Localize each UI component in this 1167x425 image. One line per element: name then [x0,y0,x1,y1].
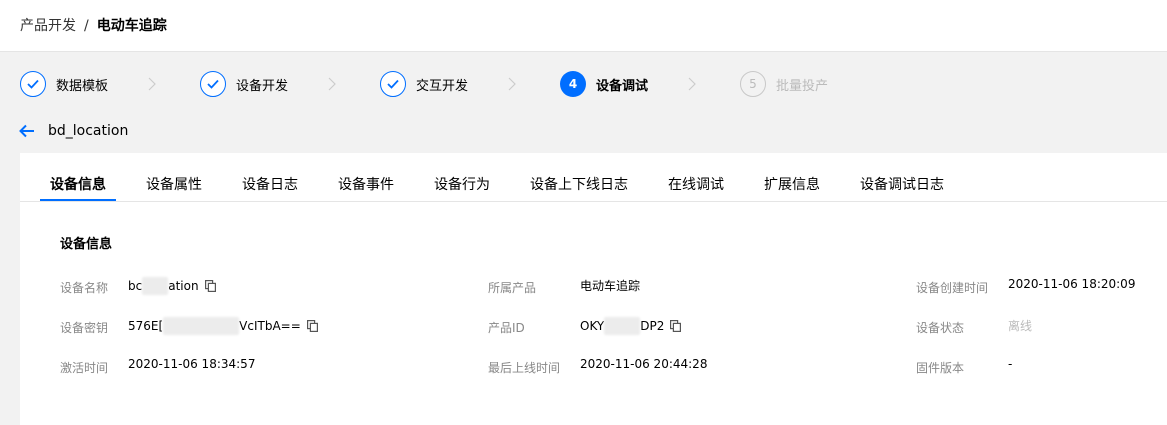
step-label: 设备开发 [236,78,289,94]
chevron-right-icon [508,77,516,91]
tab-device-properties[interactable]: 设备属性 [146,175,202,195]
step-number: 5 [740,71,766,97]
step-number: 4 [560,71,586,97]
tab-device-events[interactable]: 设备事件 [338,175,394,195]
device-title: bd_location [48,123,129,139]
step-device-debug[interactable]: 4 设备调试 [560,70,648,98]
copy-icon[interactable] [670,320,682,332]
tab-online-debug[interactable]: 在线调试 [668,175,724,195]
chevron-right-icon [688,77,696,91]
device-name-prefix: bc [128,279,143,293]
device-header: bd_location [18,122,128,140]
device-name-label: 设备名称 [60,281,109,295]
device-secret-prefix: 576E[ [128,319,164,333]
arrow-left-icon[interactable] [18,122,36,140]
tab-debug-logs[interactable]: 设备调试日志 [860,175,944,195]
redaction-blur [604,317,641,335]
activation-time-label: 激活时间 [60,361,109,375]
device-secret-suffix: VcITbA== [239,319,301,333]
top-bar: 产品开发 / 电动车追踪 [0,0,1167,52]
tab-device-logs[interactable]: 设备日志 [242,175,298,195]
tab-extended-info[interactable]: 扩展信息 [764,175,820,195]
breadcrumb-separator: / [84,18,89,34]
check-icon [20,71,46,97]
step-label: 批量投产 [776,78,829,94]
step-label: 设备调试 [596,78,649,94]
breadcrumb-parent[interactable]: 产品开发 [20,18,76,34]
firmware-version-value: - [1008,357,1013,371]
activation-time-value: 2020-11-06 18:34:57 [128,357,256,371]
device-secret-label: 设备密钥 [60,321,109,335]
step-data-template[interactable]: 数据模板 [20,70,108,98]
chevron-right-icon [328,77,336,91]
breadcrumb-current: 电动车追踪 [96,18,167,34]
breadcrumb: 产品开发 / 电动车追踪 [20,17,167,35]
step-label: 数据模板 [56,78,109,94]
tab-device-actions[interactable]: 设备行为 [434,175,490,195]
device-name-suffix: ation [168,279,199,293]
redaction-blur [142,277,169,295]
product-id-label: 产品ID [488,321,525,335]
step-interaction-dev[interactable]: 交互开发 [380,70,468,98]
product-label: 所属产品 [488,281,537,295]
last-online-value: 2020-11-06 20:44:28 [580,357,708,371]
tab-device-info[interactable]: 设备信息 [50,175,106,195]
last-online-label: 最后上线时间 [488,361,561,375]
tab-online-offline-logs[interactable]: 设备上下线日志 [530,175,628,195]
step-mass-production[interactable]: 5 批量投产 [740,70,828,98]
device-name-value: bc ation [128,277,216,295]
chevron-right-icon [148,77,156,91]
check-icon [200,71,226,97]
redaction-blur [163,317,240,335]
step-device-dev[interactable]: 设备开发 [200,70,288,98]
tab-bar: 设备信息 设备属性 设备日志 设备事件 设备行为 设备上下线日志 在线调试 扩展… [20,175,1167,202]
created-time-value: 2020-11-06 18:20:09 [1008,277,1136,291]
copy-icon[interactable] [204,280,216,292]
device-status-label: 设备状态 [916,321,965,335]
firmware-version-label: 固件版本 [916,361,965,375]
product-id-value: OKY DP2 [580,317,682,335]
section-title: 设备信息 [60,237,113,252]
device-card: 设备信息 设备属性 设备日志 设备事件 设备行为 设备上下线日志 在线调试 扩展… [20,153,1167,425]
product-id-suffix: DP2 [640,319,665,333]
device-secret-value: 576E[ VcITbA== [128,317,318,335]
check-icon [380,71,406,97]
product-value: 电动车追踪 [580,279,641,293]
active-tab-indicator [40,199,116,201]
device-status-value: 离线 [1008,319,1033,333]
created-time-label: 设备创建时间 [916,281,989,295]
copy-icon[interactable] [306,320,318,332]
product-id-prefix: OKY [580,319,605,333]
step-label: 交互开发 [416,78,469,94]
